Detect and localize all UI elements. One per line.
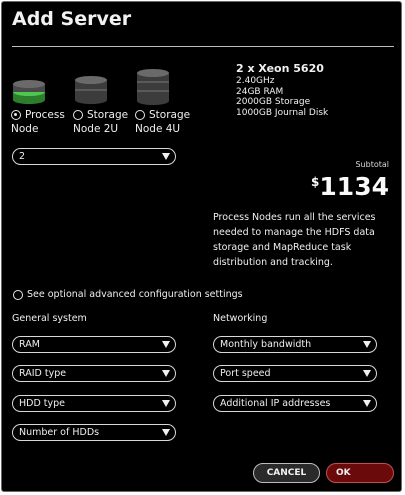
select-value: Port speed	[220, 368, 271, 379]
storage-node-2u-sublabel: Node 2U	[73, 123, 119, 135]
quantity-select[interactable]: 2	[12, 148, 176, 165]
spec-line: 2.40GHz	[236, 75, 275, 86]
chevron-down-icon	[162, 370, 170, 377]
quantity-value: 2	[19, 151, 26, 162]
dialog-title: Add Server	[12, 8, 132, 30]
chevron-down-icon	[363, 341, 371, 348]
add-server-dialog: Add Server Process Node Storage Node 2U	[1, 1, 402, 492]
spec-line: 1000GB Journal Disk	[236, 108, 329, 119]
select-value: RAID type	[19, 368, 67, 379]
subtotal-amount: 1134	[319, 172, 389, 201]
ok-button[interactable]: OK	[326, 463, 394, 483]
gray-server-2u-icon	[75, 76, 107, 104]
select-value: Number of HDDs	[19, 427, 100, 438]
raid-type-select[interactable]: RAID type	[12, 365, 176, 382]
chevron-down-icon	[363, 400, 371, 407]
chevron-down-icon	[162, 153, 170, 160]
ram-select[interactable]: RAM	[12, 336, 176, 353]
chevron-down-icon	[162, 341, 170, 348]
advanced-settings-label: See optional advanced configuration sett…	[27, 289, 243, 300]
specs-heading: 2 x Xeon 5620	[236, 62, 324, 75]
select-value: Monthly bandwidth	[220, 339, 312, 350]
green-server-icon	[13, 80, 45, 104]
spec-line: 24GB RAM	[236, 86, 284, 97]
process-node-radio[interactable]	[11, 110, 21, 120]
number-of-hdds-select[interactable]: Number of HDDs	[12, 424, 176, 441]
storage-node-4u-radio[interactable]	[135, 110, 145, 120]
subtotal-price: $1134	[311, 172, 389, 201]
server-specs: 2 x Xeon 5620 2.40GHz 24GB RAM 2000GB St…	[236, 62, 329, 119]
title-divider	[12, 46, 394, 47]
storage-node-4u-sublabel: Node 4U	[135, 123, 181, 135]
hdd-type-select[interactable]: HDD type	[12, 395, 176, 412]
spec-line: 2000GB Storage	[236, 97, 311, 108]
process-node-sublabel: Node	[11, 123, 39, 135]
process-node-label: Process	[25, 109, 65, 121]
storage-node-4u-label: Storage	[149, 109, 191, 121]
currency-symbol: $	[311, 175, 320, 189]
select-value: Additional IP addresses	[220, 398, 331, 409]
server-description: Process Nodes run all the services neede…	[213, 212, 376, 268]
monthly-bandwidth-select[interactable]: Monthly bandwidth	[213, 336, 377, 353]
chevron-down-icon	[162, 429, 170, 436]
storage-node-2u-radio[interactable]	[73, 110, 83, 120]
port-speed-select[interactable]: Port speed	[213, 365, 377, 382]
subtotal-label: Subtotal	[355, 160, 389, 169]
chevron-down-icon	[363, 370, 371, 377]
cancel-button[interactable]: CANCEL	[253, 463, 320, 483]
general-system-heading: General system	[12, 313, 87, 324]
additional-ip-select[interactable]: Additional IP addresses	[213, 395, 377, 412]
storage-node-2u-label: Storage	[87, 109, 129, 121]
select-value: HDD type	[19, 398, 66, 409]
gray-server-4u-icon	[137, 69, 169, 105]
advanced-settings-radio[interactable]	[13, 290, 23, 300]
chevron-down-icon	[162, 400, 170, 407]
select-value: RAM	[19, 339, 40, 350]
networking-heading: Networking	[213, 313, 268, 324]
